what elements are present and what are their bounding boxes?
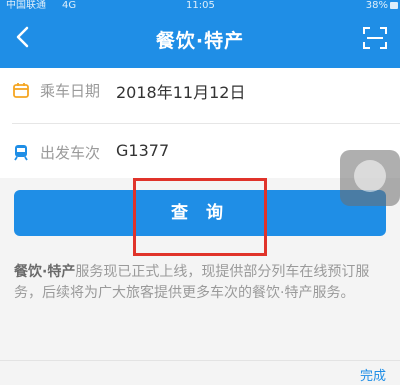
form-divider bbox=[12, 123, 400, 124]
notice-title: 餐饮·特产 bbox=[14, 264, 76, 280]
battery-icon bbox=[390, 2, 398, 9]
battery-percent: 38% bbox=[365, 0, 388, 11]
bottom-bar: 完成 bbox=[0, 360, 400, 385]
date-value[interactable]: 2018年11月12日 bbox=[116, 79, 245, 103]
date-label: 乘车日期 bbox=[40, 82, 101, 100]
page-title: 餐饮·特产 bbox=[155, 30, 245, 52]
status-bar: 中国联通 4G 11:05 38% bbox=[0, 0, 400, 14]
train-label: 出发车次 bbox=[40, 144, 101, 162]
service-notice: 餐饮·特产服务现已正式上线，现提供部分列车在线预订服务，后续将为广大旅客提供更多… bbox=[14, 262, 386, 304]
assistive-touch[interactable] bbox=[340, 150, 400, 206]
query-button[interactable]: 查 询 bbox=[14, 190, 386, 236]
app-header: 中国联通 4G 11:05 38% 餐饮·特产 bbox=[0, 0, 400, 68]
assistive-touch-icon bbox=[354, 160, 386, 192]
carrier-label: 中国联通 bbox=[6, 0, 46, 11]
train-value[interactable]: G1377 bbox=[116, 141, 169, 160]
train-icon bbox=[12, 143, 30, 165]
scan-button[interactable] bbox=[362, 26, 388, 50]
done-button[interactable]: 完成 bbox=[360, 365, 386, 384]
calendar-icon bbox=[12, 81, 30, 103]
scan-icon bbox=[363, 27, 387, 49]
date-row[interactable]: 乘车日期 2018年11月12日 bbox=[0, 68, 400, 112]
network-label: 4G bbox=[62, 0, 77, 11]
clock: 11:05 bbox=[186, 0, 215, 11]
